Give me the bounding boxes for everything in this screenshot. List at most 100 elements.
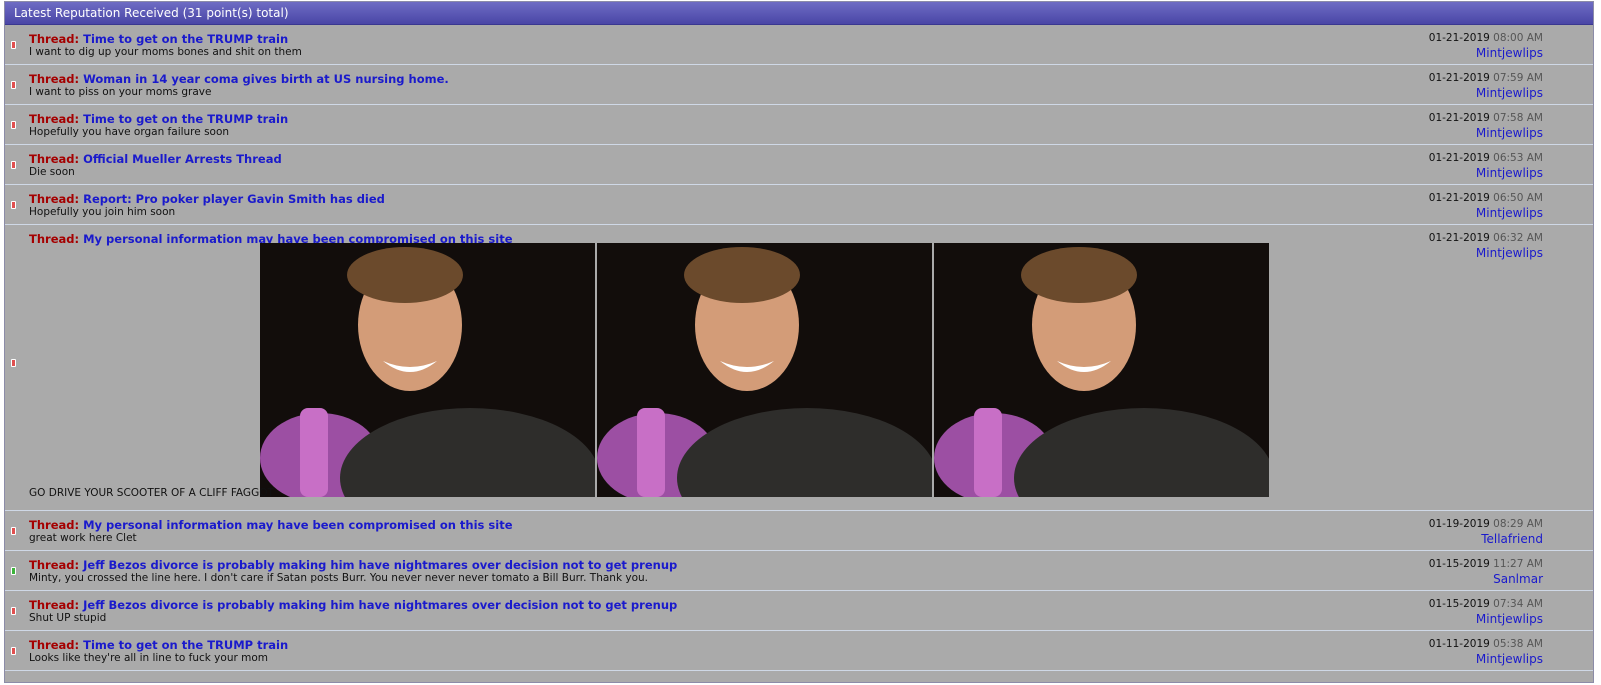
rep-comment: Shut UP stupid [29,612,107,624]
user-link[interactable]: Mintjewlips [1429,246,1543,260]
thread-link[interactable]: My personal information may have been co… [83,518,512,532]
row-meta: 01-15-2019 07:34 AM Mintjewlips [1429,598,1543,626]
thread-link[interactable]: Woman in 14 year coma gives birth at US … [83,72,449,86]
reputation-row: Thread: My personal information may have… [5,225,1593,511]
thread-prefix: Thread: [29,152,80,166]
user-link[interactable]: Mintjewlips [1429,166,1543,180]
row-meta: 01-21-2019 08:00 AM Mintjewlips [1429,32,1543,60]
rep-comment: Minty, you crossed the line here. I don'… [29,572,648,584]
rep-date: 01-21-2019 [1428,32,1490,44]
rep-time: 08:29 AM [1493,518,1543,530]
laughing-man-photo [597,243,932,497]
rep-date: 01-21-2019 [1428,232,1490,244]
rep-time: 06:32 AM [1493,232,1543,244]
rep-comment: Looks like they're all in line to fuck y… [29,652,269,664]
rep-comment: Hopefully you join him soon [29,206,176,218]
thread-prefix: Thread: [29,232,80,246]
thread-prefix: Thread: [29,72,80,86]
row-title: Thread: Jeff Bezos divorce is probably m… [29,598,677,612]
rep-comment: Die soon [29,166,75,178]
reputation-row: Thread: Report: Pro poker player Gavin S… [5,185,1593,225]
reputation-row: Thread: Woman in 14 year coma gives birt… [5,65,1593,105]
thread-prefix: Thread: [29,192,80,206]
row-meta: 01-21-2019 06:32 AM Mintjewlips [1429,232,1543,260]
reputation-row: Thread: Time to get on the TRUMP train L… [5,631,1593,671]
negative-rep-icon [11,41,16,49]
rep-comment: GO DRIVE YOUR SCOOTER OF A CLIFF FAGGOT [29,487,274,499]
rep-time: 08:00 AM [1493,32,1543,44]
user-link[interactable]: Tellafriend [1429,532,1543,546]
rep-time: 07:34 AM [1493,598,1543,610]
rep-time: 07:59 AM [1493,72,1543,84]
rep-date: 01-15-2019 [1428,598,1490,610]
thread-link[interactable]: Jeff Bezos divorce is probably making hi… [83,558,677,572]
rep-date: 01-21-2019 [1428,112,1490,124]
row-title: Thread: Woman in 14 year coma gives birt… [29,72,449,86]
reputation-row: Thread: Time to get on the TRUMP train H… [5,105,1593,145]
negative-rep-icon [11,359,16,367]
row-meta: 01-21-2019 06:53 AM Mintjewlips [1429,152,1543,180]
rep-time: 05:38 AM [1493,638,1543,650]
thread-link[interactable]: Jeff Bezos divorce is probably making hi… [83,598,677,612]
negative-rep-icon [11,201,16,209]
negative-rep-icon [11,121,16,129]
rep-comment: I want to dig up your moms bones and shi… [29,46,302,58]
laughing-man-photo [934,243,1269,497]
thread-prefix: Thread: [29,558,80,572]
reputation-row: Thread: My personal information may have… [5,511,1593,551]
row-meta: 01-11-2019 05:38 AM Mintjewlips [1429,638,1543,666]
row-title: Thread: Official Mueller Arrests Thread [29,152,282,166]
thread-prefix: Thread: [29,518,80,532]
reputation-row: Thread: Official Mueller Arrests Thread … [5,145,1593,185]
negative-rep-icon [11,527,16,535]
negative-rep-icon [11,161,16,169]
rep-date: 01-19-2019 [1428,518,1490,530]
reputation-row: Thread: Time to get on the TRUMP train I… [5,25,1593,65]
rep-comment: I want to piss on your moms grave [29,86,212,98]
row-title: Thread: Jeff Bezos divorce is probably m… [29,558,677,572]
rep-date: 01-21-2019 [1428,192,1490,204]
thread-link[interactable]: Report: Pro poker player Gavin Smith has… [83,192,385,206]
laughing-man-photo [260,243,595,497]
rep-date: 01-21-2019 [1428,72,1490,84]
rep-time: 07:58 AM [1493,112,1543,124]
negative-rep-icon [11,81,16,89]
user-link[interactable]: Mintjewlips [1429,652,1543,666]
user-link[interactable]: Mintjewlips [1429,612,1543,626]
row-title: Thread: Report: Pro poker player Gavin S… [29,192,385,206]
positive-rep-icon [11,567,16,575]
thread-link[interactable]: Time to get on the TRUMP train [83,638,288,652]
row-title: Thread: Time to get on the TRUMP train [29,112,288,126]
user-link[interactable]: Mintjewlips [1429,126,1543,140]
rep-comment: great work here Clet [29,532,137,544]
thread-link[interactable]: Time to get on the TRUMP train [83,112,288,126]
row-meta: 01-19-2019 08:29 AM Tellafriend [1429,518,1543,546]
row-meta: 01-15-2019 11:27 AM Sanlmar [1429,558,1543,586]
user-link[interactable]: Mintjewlips [1429,206,1543,220]
thread-prefix: Thread: [29,638,80,652]
reputation-row: Thread: Jeff Bezos divorce is probably m… [5,551,1593,591]
thread-prefix: Thread: [29,112,80,126]
row-title: Thread: Time to get on the TRUMP train [29,638,288,652]
user-link[interactable]: Mintjewlips [1429,46,1543,60]
thread-prefix: Thread: [29,32,80,46]
panel-title: Latest Reputation Received (31 point(s) … [5,2,1593,25]
negative-rep-icon [11,607,16,615]
rep-time: 06:50 AM [1493,192,1543,204]
row-meta: 01-21-2019 06:50 AM Mintjewlips [1429,192,1543,220]
row-meta: 01-21-2019 07:58 AM Mintjewlips [1429,112,1543,140]
row-title: Thread: My personal information may have… [29,518,513,532]
rep-date: 01-21-2019 [1428,152,1490,164]
rep-comment: Hopefully you have organ failure soon [29,126,230,138]
rep-time: 06:53 AM [1493,152,1543,164]
user-link[interactable]: Sanlmar [1429,572,1543,586]
reputation-row: Thread: Jeff Bezos divorce is probably m… [5,591,1593,631]
negative-rep-icon [11,647,16,655]
reputation-panel: Latest Reputation Received (31 point(s) … [4,1,1594,683]
row-meta: 01-21-2019 07:59 AM Mintjewlips [1429,72,1543,100]
user-link[interactable]: Mintjewlips [1429,86,1543,100]
thread-link[interactable]: Time to get on the TRUMP train [83,32,288,46]
thread-link[interactable]: Official Mueller Arrests Thread [83,152,282,166]
thread-prefix: Thread: [29,598,80,612]
rep-time: 11:27 AM [1493,558,1543,570]
